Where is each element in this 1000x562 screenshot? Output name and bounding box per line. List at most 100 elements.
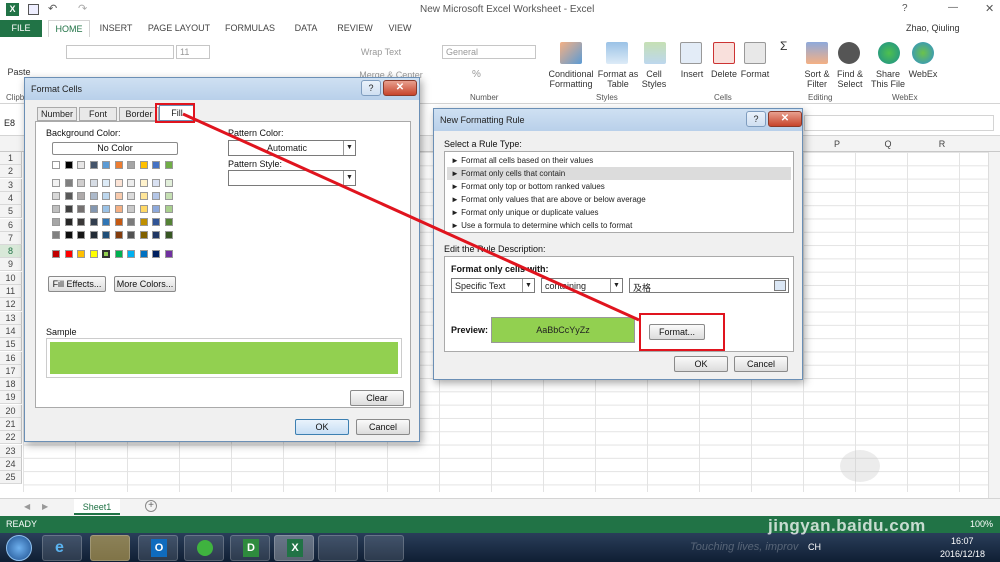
paint-icon[interactable] (318, 535, 358, 561)
minimize-button[interactable]: — (948, 2, 958, 13)
input-language[interactable]: CH (808, 542, 821, 552)
color-swatch[interactable] (52, 179, 60, 187)
condition-type-select[interactable]: Specific Text ▼ (451, 278, 535, 293)
fc-tab-number[interactable]: Number (37, 107, 77, 121)
color-swatch[interactable] (64, 161, 73, 169)
add-sheet-icon[interactable]: + (145, 500, 157, 512)
color-swatch[interactable] (89, 205, 98, 213)
row-header[interactable]: 17 (0, 364, 22, 378)
wrap-text-button[interactable]: Wrap Text (356, 47, 406, 57)
explorer-folder-icon[interactable] (90, 535, 130, 561)
color-swatch[interactable] (152, 205, 160, 213)
more-colors-button[interactable]: More Colors... (114, 276, 176, 292)
color-swatch[interactable] (89, 179, 98, 187)
color-swatch[interactable] (77, 179, 85, 187)
color-swatch[interactable] (52, 161, 60, 169)
number-format-box[interactable]: General (442, 45, 536, 59)
color-swatch[interactable] (152, 231, 160, 239)
row-header[interactable]: 13 (0, 311, 22, 325)
format-cells-help-button[interactable]: ? (361, 80, 381, 96)
row-header[interactable]: 16 (0, 351, 22, 365)
color-swatch[interactable] (152, 192, 160, 200)
tab-insert[interactable]: INSERT (96, 20, 136, 37)
color-swatch[interactable] (114, 205, 123, 213)
color-swatch[interactable] (127, 250, 135, 258)
tab-file[interactable]: FILE (0, 20, 42, 37)
rule-type-item[interactable]: ► Format only unique or duplicate values (447, 206, 791, 219)
color-swatch[interactable] (152, 218, 160, 226)
wechat-icon[interactable] (184, 535, 224, 561)
fc-tab-border[interactable]: Border (119, 107, 159, 121)
row-header[interactable]: 5 (0, 205, 22, 219)
color-swatch[interactable] (102, 192, 110, 200)
share-file-button[interactable]: Share This File (870, 69, 906, 89)
rule-type-item[interactable]: ► Use a formula to determine which cells… (447, 219, 791, 232)
column-header-q[interactable]: Q (862, 136, 914, 152)
color-swatch[interactable] (114, 192, 123, 200)
percent-icon[interactable]: % (472, 69, 481, 80)
rule-type-item[interactable]: ► Format only values that are above or b… (447, 193, 791, 206)
color-swatch[interactable] (77, 205, 85, 213)
color-swatch[interactable] (52, 250, 60, 258)
color-swatch[interactable] (164, 218, 173, 226)
format-cells-ok-button[interactable]: OK (295, 419, 349, 435)
new-rule-close-button[interactable]: ✕ (768, 111, 802, 127)
color-swatch[interactable] (102, 161, 110, 169)
column-header-r[interactable]: R (914, 136, 970, 152)
save-icon[interactable] (28, 4, 39, 15)
row-header[interactable]: 20 (0, 404, 22, 418)
row-header[interactable]: 15 (0, 338, 22, 352)
color-swatch[interactable] (127, 192, 135, 200)
color-swatch[interactable] (152, 161, 160, 169)
color-swatch[interactable] (77, 231, 85, 239)
zoom-level[interactable]: 100% (970, 519, 993, 529)
color-swatch[interactable] (102, 250, 110, 258)
formula-input[interactable] (804, 115, 994, 131)
range-picker-icon[interactable] (774, 280, 786, 291)
help-icon[interactable]: ? (902, 3, 908, 14)
row-header[interactable]: 11 (0, 285, 22, 298)
scroll-left-icon[interactable]: ◀ (24, 502, 30, 511)
autosum-icon[interactable]: Σ (780, 39, 787, 53)
rule-type-item[interactable]: ► Format only cells that contain (447, 167, 791, 180)
font-name-box[interactable] (66, 45, 174, 59)
fill-effects-button[interactable]: Fill Effects... (48, 276, 106, 292)
color-swatch[interactable] (127, 205, 135, 213)
color-swatch[interactable] (64, 205, 73, 213)
sort-filter-button[interactable]: Sort & Filter (800, 69, 834, 89)
color-swatch[interactable] (139, 218, 148, 226)
color-swatch[interactable] (89, 218, 98, 226)
clock-time[interactable]: 16:07 (951, 536, 974, 546)
clock-date[interactable]: 2016/12/18 (940, 549, 985, 559)
tab-formulas[interactable]: FORMULAS (222, 20, 278, 37)
row-header[interactable]: 8 (0, 245, 22, 259)
color-swatch[interactable] (139, 205, 148, 213)
color-swatch[interactable] (77, 218, 85, 226)
color-swatch[interactable] (102, 205, 110, 213)
row-header[interactable]: 19 (0, 391, 22, 405)
close-window-button[interactable]: ✕ (985, 2, 994, 15)
color-swatch[interactable] (114, 250, 123, 258)
color-swatch[interactable] (64, 218, 73, 226)
color-swatch[interactable] (152, 179, 160, 187)
picture-viewer-icon[interactable] (364, 535, 404, 561)
rule-type-list[interactable]: ► Format all cells based on their values… (444, 151, 794, 233)
sheet-tab-sheet1[interactable]: Sheet1 (74, 499, 120, 515)
rule-type-item[interactable]: ► Format only top or bottom ranked value… (447, 180, 791, 193)
color-swatch[interactable] (139, 192, 148, 200)
clear-button[interactable]: Clear (350, 390, 404, 406)
color-swatch[interactable] (152, 250, 160, 258)
insert-button[interactable]: Insert (676, 69, 708, 79)
color-swatch[interactable] (64, 250, 73, 258)
row-header[interactable]: 14 (0, 324, 22, 338)
color-swatch[interactable] (52, 218, 60, 226)
tab-view[interactable]: VIEW (384, 20, 416, 37)
row-header[interactable]: 24 (0, 457, 22, 471)
color-swatch[interactable] (102, 179, 110, 187)
color-swatch[interactable] (127, 161, 135, 169)
color-swatch[interactable] (89, 192, 98, 200)
row-header[interactable]: 12 (0, 298, 22, 312)
new-rule-ok-button[interactable]: OK (674, 356, 728, 372)
color-swatch[interactable] (52, 231, 60, 239)
operator-select[interactable]: containing ▼ (541, 278, 623, 293)
